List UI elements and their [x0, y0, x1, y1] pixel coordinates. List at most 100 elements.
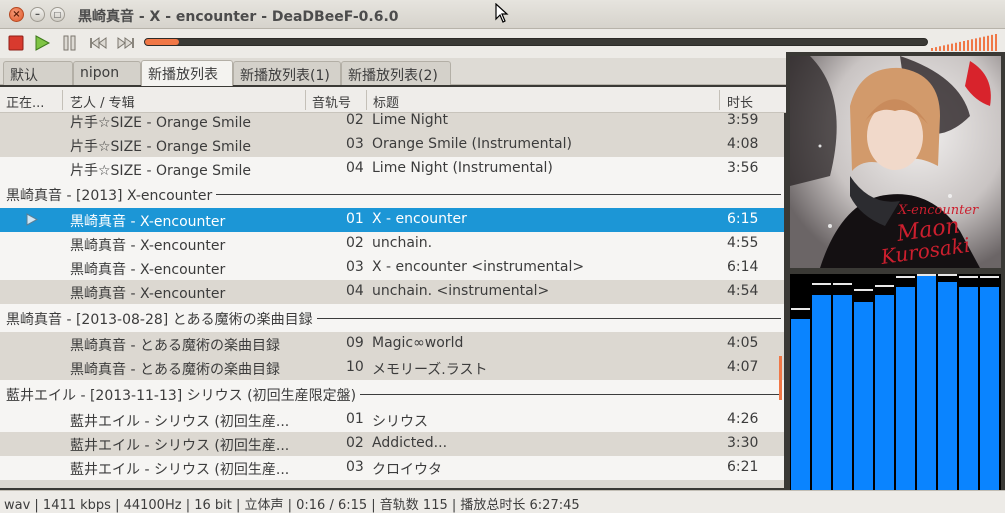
spectrum-peak [938, 274, 957, 276]
tab-new-playlist[interactable]: 新播放列表 [141, 60, 233, 86]
row-artist-album: 黒崎真音 - とある魔術の楽曲目録 [70, 362, 280, 378]
table-row[interactable] [0, 480, 784, 488]
stop-icon[interactable] [6, 34, 26, 52]
maximize-window-button[interactable]: □ [50, 7, 65, 22]
row-artist-album: 片手☆SIZE - Orange Smile [70, 115, 252, 131]
table-row[interactable]: 藍井エイル - シリウス (初回生産... 02 Addicted... 3:3… [0, 432, 784, 456]
table-row[interactable]: 黒崎真音 - X-encounter 02 unchain. 4:55 [0, 232, 784, 256]
spectrum-bar [833, 295, 852, 490]
previous-track-icon[interactable] [88, 34, 108, 52]
tab-new-playlist-2[interactable]: 新播放列表(2) [341, 61, 451, 85]
column-header-duration[interactable]: 时长 [727, 92, 753, 111]
status-text: wav | 1411 kbps | 44100Hz | 16 bit | 立体声… [4, 498, 580, 513]
column-header-status[interactable]: 正在... [6, 92, 44, 111]
group-header[interactable]: 黒崎真音 - [2013] X-encounter [0, 181, 784, 207]
seek-progress-fill [145, 39, 179, 45]
row-artist-album: 藍井エイル - シリウス (初回生産... [70, 462, 290, 478]
row-duration: 4:05 [727, 335, 759, 351]
row-duration: 6:15 [727, 211, 759, 227]
volume-bar [943, 45, 945, 51]
group-title: 藍井エイル - [2013-11-13] シリウス (初回生産限定盤) [6, 385, 361, 405]
table-row[interactable]: 片手☆SIZE - Orange Smile 03 Orange Smile (… [0, 133, 784, 157]
row-title: Addicted... [372, 435, 448, 451]
column-divider[interactable] [305, 90, 306, 110]
row-title: Magic∞world [372, 335, 464, 351]
row-track-number: 04 [346, 160, 364, 176]
column-header-title[interactable]: 标题 [373, 92, 399, 111]
next-track-icon[interactable] [116, 34, 136, 52]
row-track-number: 02 [346, 235, 364, 251]
minimize-window-button[interactable]: – [30, 7, 45, 22]
row-artist-album: 藍井エイル - シリウス (初回生産... [70, 414, 290, 430]
row-title: Lime Night (Instrumental) [372, 160, 553, 176]
row-duration: 6:14 [727, 259, 759, 275]
spectrum-bar [980, 287, 999, 490]
spectrum-peak [791, 308, 810, 310]
table-row-selected[interactable]: 黒崎真音 - X-encounter 01 X - encounter 6:15 [0, 208, 784, 232]
status-bar: wav | 1411 kbps | 44100Hz | 16 bit | 立体声… [0, 490, 1005, 513]
row-title: Orange Smile (Instrumental) [372, 136, 572, 152]
volume-bar [951, 43, 953, 51]
group-title: 黒崎真音 - [2013] X-encounter [6, 185, 217, 205]
playlist-tabs: 默认 nipon 新播放列表 新播放列表(1) 新播放列表(2) [0, 58, 786, 86]
table-row[interactable]: 片手☆SIZE - Orange Smile 04 Lime Night (In… [0, 157, 784, 181]
volume-bar [983, 36, 985, 51]
play-icon[interactable] [32, 34, 52, 52]
playlist-scrollbar[interactable] [779, 356, 782, 400]
spectrum-visualizer [790, 274, 1001, 490]
tab-default[interactable]: 默认 [3, 61, 73, 85]
table-row[interactable]: 片手☆SIZE - Orange Smile 02 Lime Night 3:5… [0, 113, 784, 133]
table-row[interactable]: 藍井エイル - シリウス (初回生産... 03 クロイウタ 6:21 [0, 456, 784, 480]
album-cover-art: X-encounter Maon Kurosaki [790, 56, 1001, 268]
volume-bar [935, 47, 937, 51]
spectrum-bar [791, 319, 810, 490]
row-track-number: 03 [346, 259, 364, 275]
row-title: シリウス [372, 414, 428, 430]
column-divider[interactable] [719, 90, 720, 110]
row-duration: 4:55 [727, 235, 759, 251]
row-title: X - encounter <instrumental> [372, 259, 585, 275]
volume-bar [979, 37, 981, 51]
title-bar: × – □ 黒崎真音 - X - encounter - DeaDBeeF-0.… [0, 0, 1005, 29]
spectrum-bar [812, 295, 831, 490]
pause-icon[interactable] [60, 34, 80, 52]
row-artist-album: 黒崎真音 - X-encounter [70, 238, 226, 254]
row-track-number: 03 [346, 136, 364, 152]
column-divider[interactable] [62, 90, 63, 110]
volume-bar [967, 40, 969, 51]
row-track-number: 01 [346, 211, 364, 227]
row-title: メモリーズ.ラスト [372, 362, 488, 378]
volume-bar [959, 41, 961, 51]
row-artist-album: 片手☆SIZE - Orange Smile [70, 163, 252, 179]
group-header[interactable]: 藍井エイル - [2013-11-13] シリウス (初回生産限定盤) [0, 381, 784, 407]
group-title: 黒崎真音 - [2013-08-28] とある魔術の楽曲目録 [6, 309, 317, 329]
group-header[interactable]: 黒崎真音 - [2013-08-28] とある魔術の楽曲目録 [0, 305, 784, 331]
spectrum-bar [917, 276, 936, 490]
table-row[interactable]: 黒崎真音 - X-encounter 03 X - encounter <ins… [0, 256, 784, 280]
row-duration: 3:59 [727, 113, 759, 128]
spectrum-bar [959, 287, 978, 490]
volume-slider[interactable] [931, 34, 999, 51]
volume-bar [947, 44, 949, 51]
table-row[interactable]: 黒崎真音 - とある魔術の楽曲目録 10 メモリーズ.ラスト 4:07 [0, 356, 784, 380]
spectrum-peak [980, 276, 999, 278]
table-row[interactable]: 黒崎真音 - X-encounter 04 unchain. <instrume… [0, 280, 784, 304]
spectrum-peak [959, 276, 978, 278]
tab-nipon[interactable]: nipon [73, 61, 141, 85]
column-header-track[interactable]: 音轨号 [312, 92, 351, 111]
mouse-cursor-icon [495, 3, 509, 23]
seek-slider[interactable] [144, 38, 928, 46]
now-playing-icon [26, 213, 38, 226]
table-row[interactable]: 藍井エイル - シリウス (初回生産... 01 シリウス 4:26 [0, 408, 784, 432]
spectrum-bar [896, 287, 915, 490]
tab-new-playlist-1[interactable]: 新播放列表(1) [233, 61, 341, 85]
table-row[interactable]: 黒崎真音 - とある魔術の楽曲目録 09 Magic∞world 4:05 [0, 332, 784, 356]
spectrum-peak [917, 274, 936, 276]
column-header-artist-album[interactable]: 艺人 / 专辑 [70, 92, 135, 111]
column-divider[interactable] [366, 90, 367, 110]
playlist: 片手☆SIZE - Orange Smile 02 Lime Night 3:5… [0, 113, 784, 488]
row-track-number: 02 [346, 113, 364, 128]
close-window-button[interactable]: × [9, 7, 24, 22]
volume-bar [987, 35, 989, 51]
row-artist-album: 片手☆SIZE - Orange Smile [70, 139, 252, 155]
